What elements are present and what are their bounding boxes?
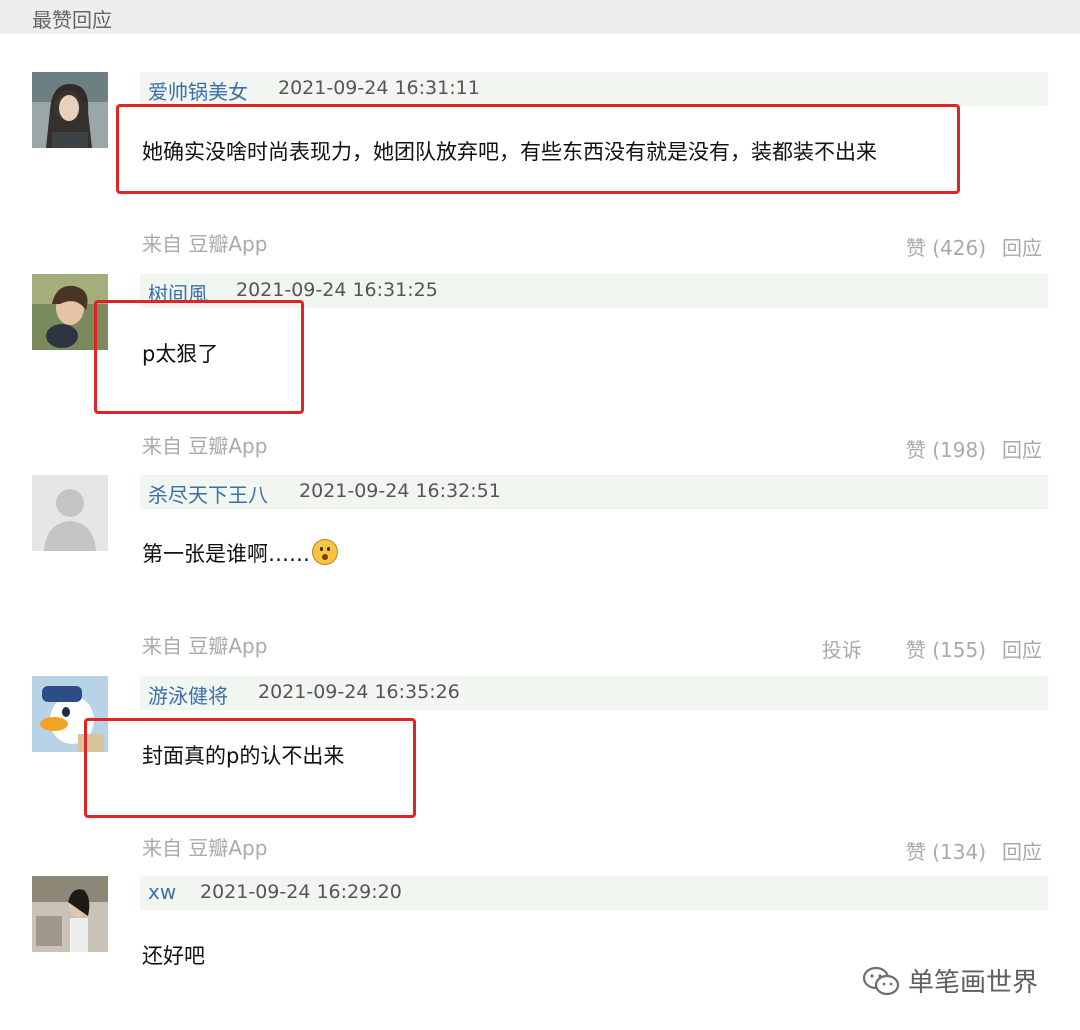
reply-button[interactable]: 回应 [1002, 634, 1042, 663]
report-button[interactable]: 投诉 [822, 634, 862, 663]
comment-time: 2021-09-24 16:31:11 [278, 77, 480, 99]
comment-time: 2021-09-24 16:31:25 [236, 279, 438, 301]
user-photo-icon [32, 72, 108, 148]
section-title: 最赞回应 [32, 8, 112, 32]
highlight-box [116, 104, 960, 194]
comment-time: 2021-09-24 16:29:20 [200, 881, 402, 903]
avatar[interactable] [32, 475, 108, 551]
comment-source: 来自 豆瓣App [142, 634, 268, 658]
author-link[interactable]: xw [148, 880, 176, 904]
comment-text: 还好吧 [142, 944, 205, 968]
avatar[interactable] [32, 72, 108, 148]
comment-actions: 投诉 赞 (155) 回应 [822, 634, 1042, 663]
author-link[interactable]: 爱帅锅美女 [148, 76, 248, 105]
reply-button[interactable]: 回应 [1002, 232, 1042, 261]
comment-text: 第一张是谁啊…… [142, 538, 338, 568]
surprised-face-icon [312, 539, 338, 565]
like-button[interactable]: 赞 (155) [906, 634, 986, 663]
highlight-box [84, 718, 416, 818]
reply-button[interactable]: 回应 [1002, 836, 1042, 865]
like-button[interactable]: 赞 (198) [906, 434, 986, 463]
user-photo-icon [32, 876, 108, 952]
watermark: 单笔画世界 [862, 962, 1038, 999]
comment-text-content: 第一张是谁啊…… [142, 542, 310, 566]
watermark-text: 单笔画世界 [908, 968, 1039, 998]
comment-meta: xw 2021-09-24 16:29:20 [140, 876, 1048, 910]
section-header: 最赞回应 [0, 0, 1080, 34]
highlight-box [94, 300, 304, 414]
comment-source: 来自 豆瓣App [142, 836, 268, 860]
author-link[interactable]: 游泳健将 [148, 680, 228, 709]
avatar[interactable] [32, 876, 108, 952]
wechat-icon [862, 966, 900, 995]
comment-actions: 赞 (426) 回应 [906, 232, 1042, 261]
comment-actions: 赞 (198) 回应 [906, 434, 1042, 463]
reply-button[interactable]: 回应 [1002, 434, 1042, 463]
comment-time: 2021-09-24 16:32:51 [299, 480, 501, 502]
comment-source: 来自 豆瓣App [142, 434, 268, 458]
like-button[interactable]: 赞 (426) [906, 232, 986, 261]
comment-meta: 杀尽天下王八 2021-09-24 16:32:51 [140, 475, 1048, 509]
comment-time: 2021-09-24 16:35:26 [258, 681, 460, 703]
comment-source: 来自 豆瓣App [142, 232, 268, 256]
comment-meta: 爱帅锅美女 2021-09-24 16:31:11 [140, 72, 1048, 106]
like-button[interactable]: 赞 (134) [906, 836, 986, 865]
author-link[interactable]: 杀尽天下王八 [148, 479, 268, 508]
comment-meta: 游泳健将 2021-09-24 16:35:26 [140, 676, 1048, 710]
default-user-icon [32, 475, 108, 551]
comment-actions: 赞 (134) 回应 [906, 836, 1042, 865]
